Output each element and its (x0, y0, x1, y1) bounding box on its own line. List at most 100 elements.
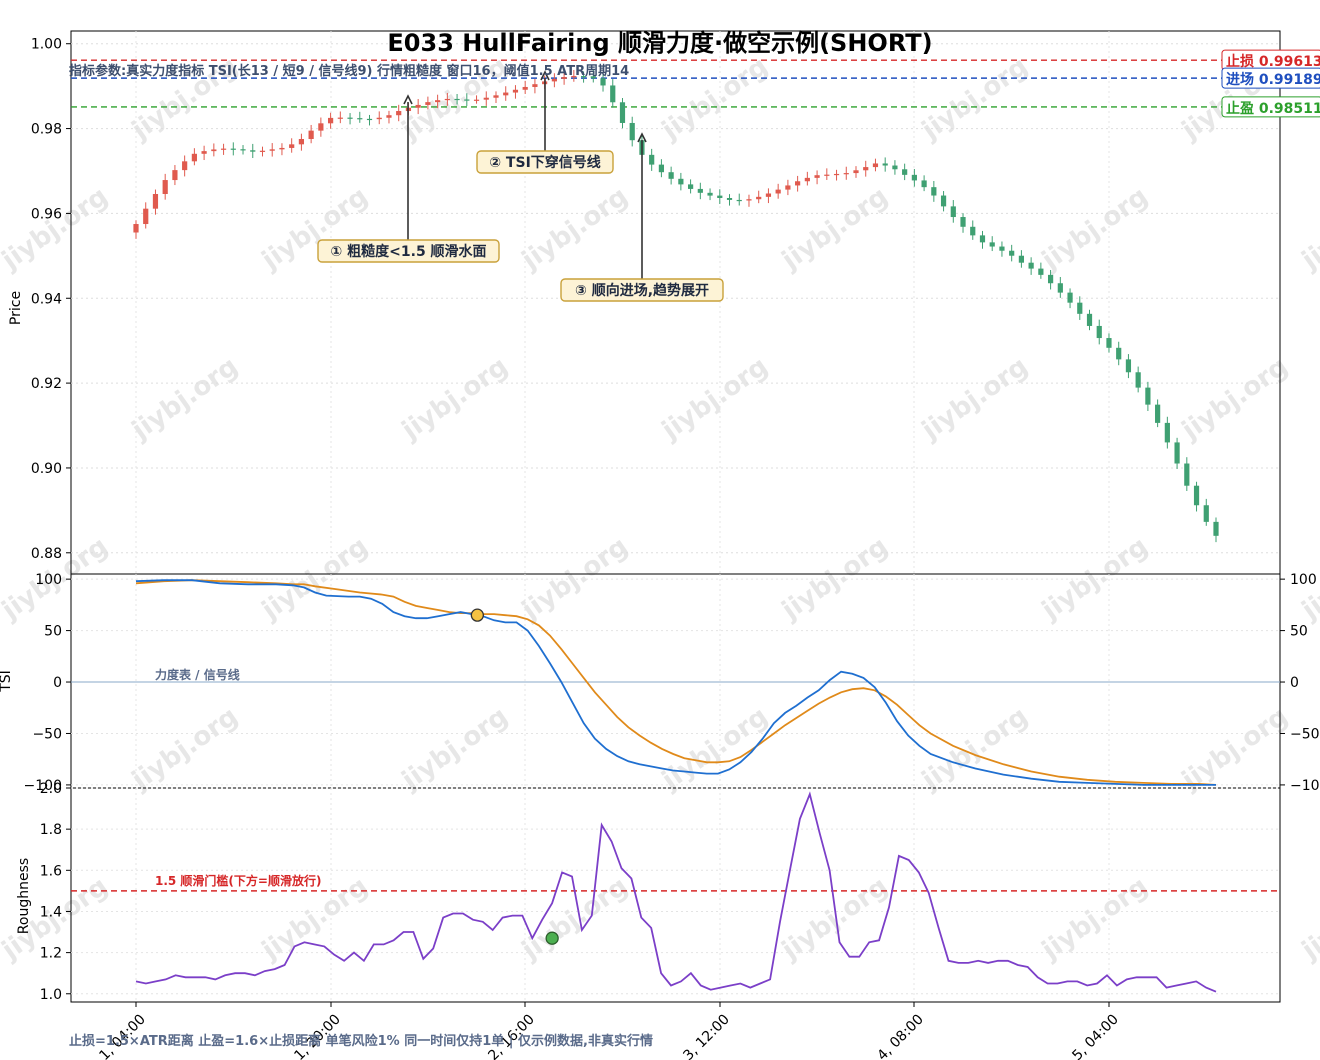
candle-body (736, 199, 742, 202)
candle-body (386, 115, 392, 118)
candle-body (464, 99, 470, 101)
tsi-panel: −100−100−50−50005050100100 力度表 / 信号线 TSI (0, 572, 1320, 794)
candle-body (279, 147, 285, 150)
tsi-y-tick-label: 0 (53, 675, 62, 691)
candle-body (619, 102, 626, 123)
candle-body (435, 100, 441, 103)
roughness-threshold-label: 1.5 顺滑门槛(下方=顺滑放行) (155, 873, 321, 888)
tsi-panel-frame (70, 573, 1281, 789)
tsi-y-tick-label-right: −50 (1290, 726, 1320, 742)
watermark-text: jiybj.org (1036, 531, 1154, 626)
price-ylabel: Price (8, 291, 24, 325)
candle-body (1193, 485, 1200, 506)
annotation-text: ① 粗糙度<1.5 顺滑水面 (330, 243, 486, 260)
candle-body (687, 184, 694, 189)
candle-body (882, 163, 888, 166)
candle-body (454, 98, 460, 101)
candle-body (872, 163, 879, 168)
price-y-tick-label: 0.94 (31, 291, 62, 307)
roughness-y-tick-label: 1.2 (40, 946, 62, 962)
watermark-text: jiybj.org (1296, 871, 1320, 966)
candle-body (182, 161, 188, 171)
watermark-text: jiybj.org (916, 701, 1034, 796)
candle-body (1135, 372, 1141, 388)
candle-body (1067, 292, 1073, 303)
candle-body (1125, 359, 1132, 373)
roughness-x-ticks: 1, 04:00 1, 20:00 2, 16:00 3, 12:00 4, 08:00… (96, 1002, 1122, 1060)
candle-body (1164, 422, 1170, 443)
watermark-text: jiybj.org (516, 181, 634, 276)
watermark-text: jiybj.org (126, 701, 244, 796)
candle-body (337, 117, 343, 119)
roughness-ylabel: Roughness (16, 858, 32, 934)
candle-body (172, 170, 178, 181)
candle-body (678, 178, 684, 185)
candle-body (191, 153, 197, 162)
candle-body (999, 246, 1005, 251)
annotation-text: ③ 顺向进场,趋势展开 (575, 282, 709, 299)
candle-body (1116, 347, 1122, 360)
price-y-tick-label: 0.90 (31, 461, 62, 477)
watermark-text: jiybj.org (656, 351, 774, 446)
price-level-label: 止盈 0.98511 (1226, 100, 1320, 117)
candle-body (269, 149, 275, 151)
candle-body (989, 242, 995, 247)
candle-body (814, 175, 820, 178)
x-tick-label: 4, 08:00 (874, 1012, 926, 1060)
candle-body (1047, 274, 1054, 284)
chart-subtitle: 指标参数:真实力度指标 TSI(长13 / 短9 / 信号线9) 行情粗糙度 窗… (69, 63, 629, 79)
candle-body (1213, 521, 1219, 536)
price-y-tick-label: 0.96 (31, 206, 62, 222)
candle-body (318, 123, 324, 131)
candle-body (600, 78, 606, 86)
candle-body (1155, 404, 1161, 423)
candle-body (327, 117, 334, 124)
candle-body (1018, 255, 1025, 263)
x-tick-label: 5, 04:00 (1069, 1012, 1121, 1060)
watermark-text: jiybj.org (516, 531, 634, 626)
candle-body (357, 118, 363, 120)
candle-body (201, 151, 207, 154)
candle-body (610, 85, 616, 103)
candle-body (707, 192, 713, 196)
candle-body (1009, 250, 1015, 256)
candle-body (133, 224, 139, 233)
roughness-y-tick-label: 1.8 (40, 822, 62, 838)
watermark-text: jiybj.org (656, 51, 774, 146)
chart-footer: 止损=1.5×ATR距离 止盈=1.6×止损距离 单笔风险1% 同一时间仅持1单… (69, 1033, 653, 1049)
tsi-y-tick-label: −50 (32, 726, 62, 742)
candle-body (152, 193, 159, 209)
roughness-y-tick-label: 1.4 (40, 904, 62, 920)
x-tick-label: 3, 12:00 (680, 1012, 732, 1060)
price-y-tick-label: 0.92 (31, 376, 62, 392)
candle-body (756, 196, 762, 200)
candle-body (512, 89, 519, 93)
candle-body (1028, 262, 1034, 269)
tsi-y-tick-label: 100 (35, 572, 62, 588)
candle-body (522, 86, 528, 90)
watermark-text: jiybj.org (916, 351, 1034, 446)
candle-body (843, 173, 849, 175)
chart-root: jiybj.org jiybj.org jiybj.org jiybj.orgjiyb… (0, 29, 1320, 1060)
watermark-text: jiybj.org (1176, 701, 1294, 796)
candle-body (921, 180, 927, 188)
tsi-y-tick-label-right: 50 (1290, 624, 1308, 640)
candle-body (629, 122, 635, 141)
candle-body (1106, 338, 1112, 348)
candle-body (746, 199, 752, 201)
roughness-y-tick-label: 1.6 (40, 863, 62, 879)
candle-body (551, 78, 557, 82)
candle-body (240, 149, 246, 151)
annotation-text: ② TSI下穿信号线 (489, 154, 601, 171)
candle-body (230, 148, 236, 150)
candle-body (483, 97, 489, 100)
candle-body (376, 117, 382, 120)
tsi-y-tick-label-right: 100 (1290, 572, 1317, 588)
candle-body (931, 187, 937, 196)
price-y-tick-label: 1.00 (31, 37, 62, 53)
candle-body (444, 98, 450, 101)
candle-body (415, 104, 421, 108)
watermark-text: jiybj.org (126, 351, 244, 446)
candle-body (658, 164, 665, 173)
tsi-legend-note: 力度表 / 信号线 (155, 667, 240, 682)
